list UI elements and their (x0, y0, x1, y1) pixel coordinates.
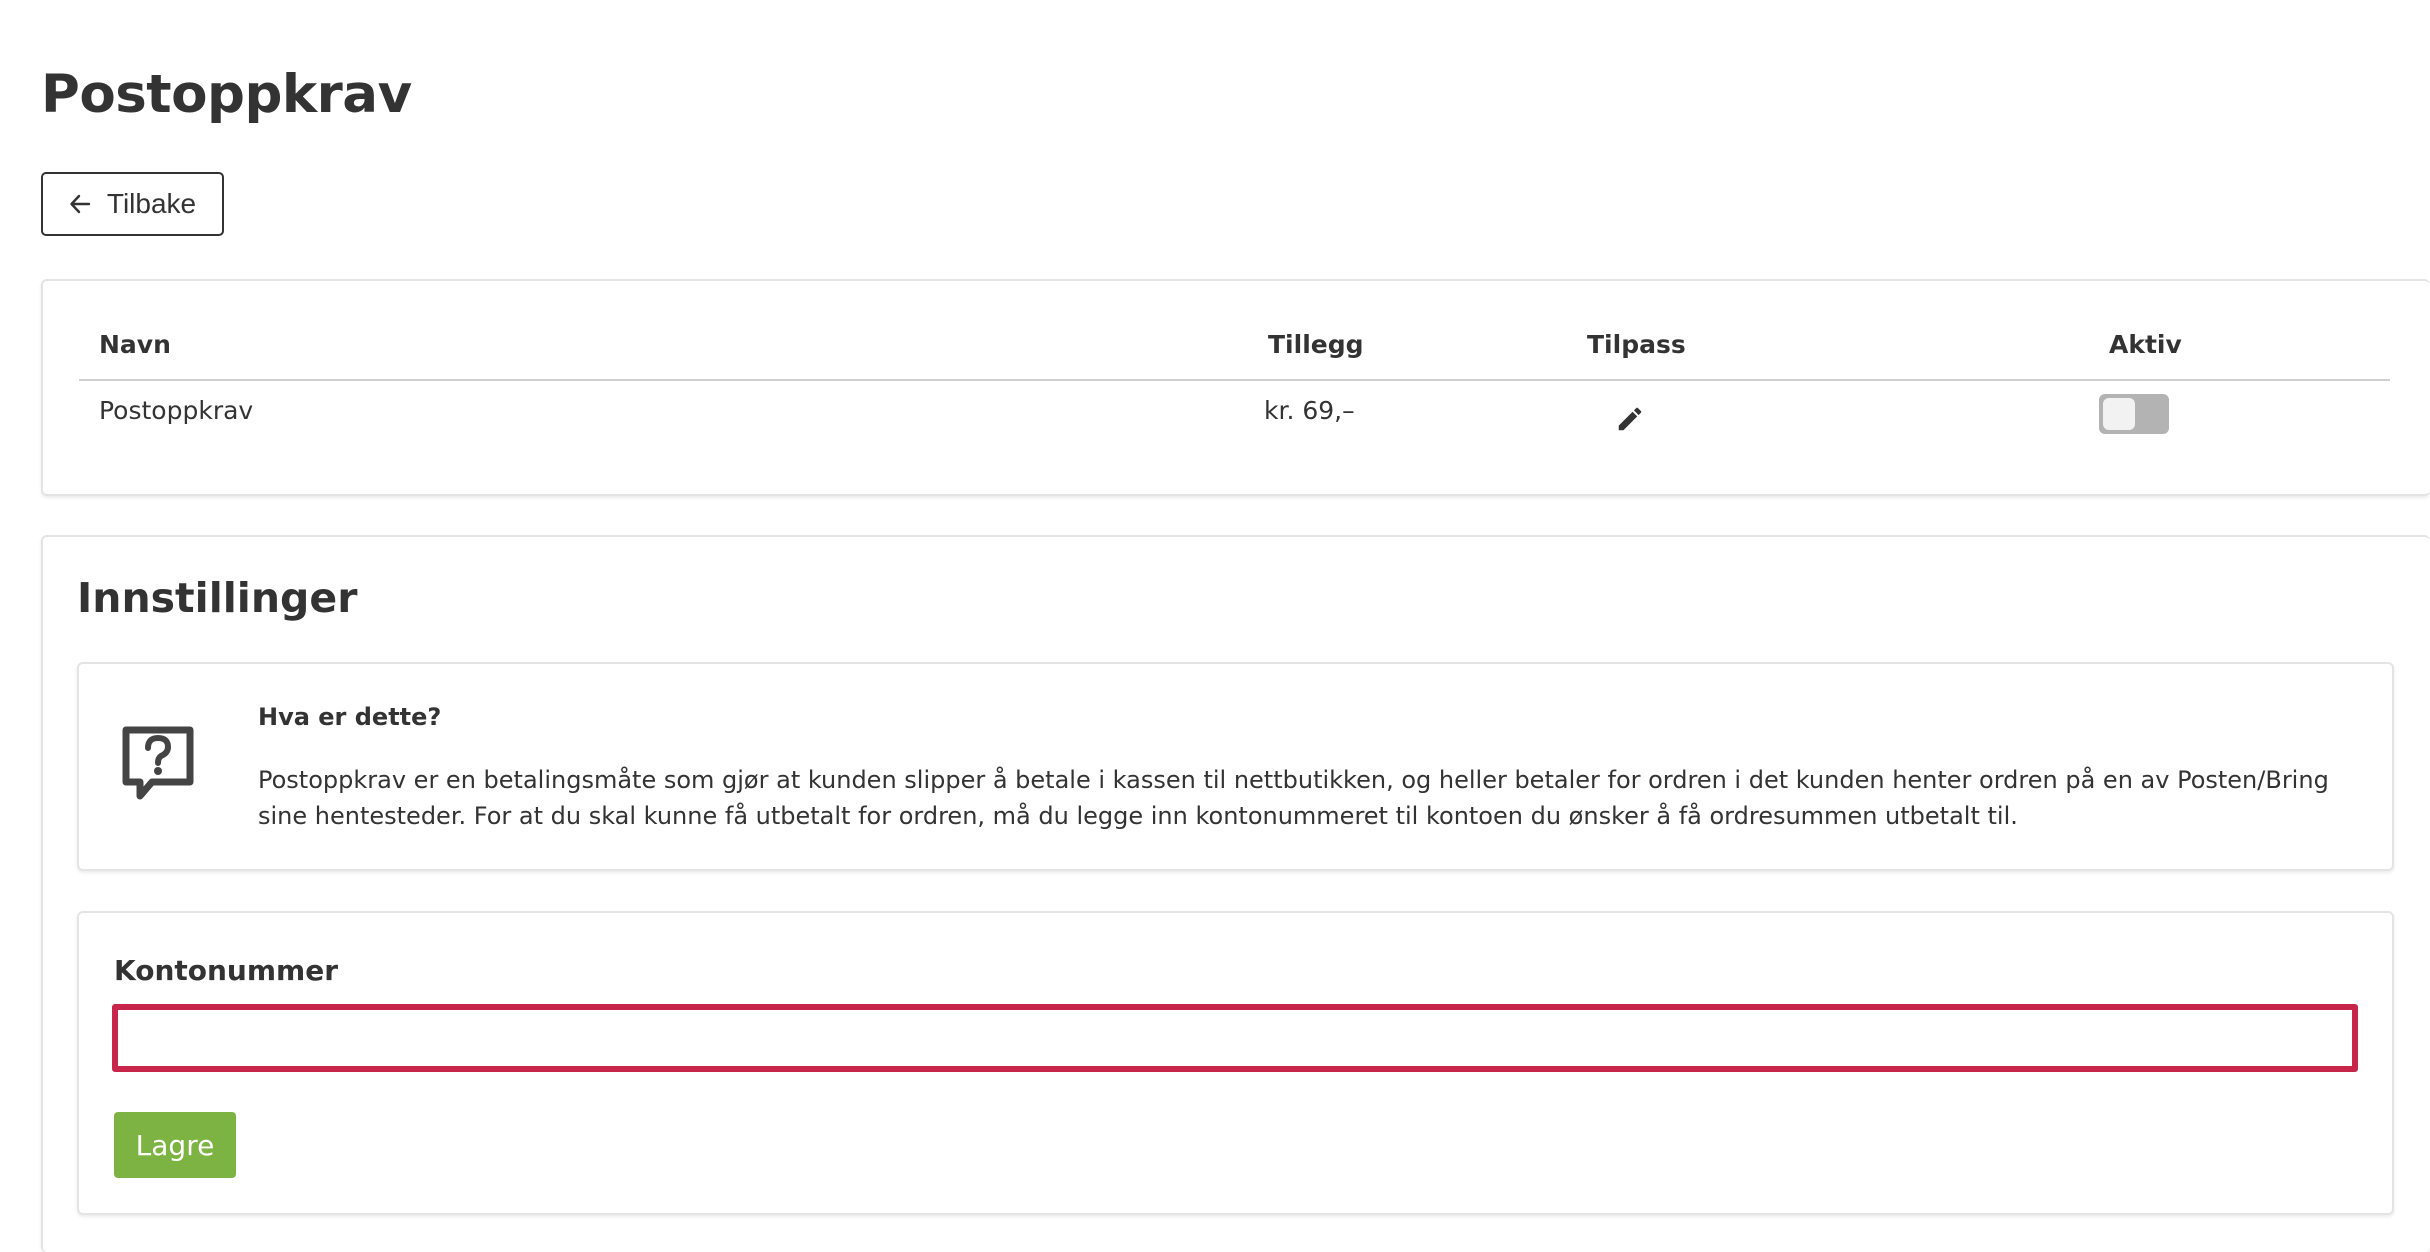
info-title: Hva er dette? (258, 703, 442, 731)
shipping-method-table-card (41, 279, 2430, 496)
column-header-fee: Tillegg (1268, 330, 1364, 359)
page-title: Postoppkrav (41, 64, 412, 125)
save-button[interactable]: Lagre (114, 1112, 236, 1178)
info-text: Postoppkrav er en betalingsmåte som gjør… (258, 766, 2329, 830)
pencil-icon[interactable] (1615, 404, 1645, 434)
toggle-knob (2103, 398, 2135, 430)
column-header-customize: Tilpass (1587, 330, 1686, 359)
arrow-left-icon (69, 193, 91, 215)
page: Postoppkrav Tilbake Navn Tillegg Tilpass… (0, 0, 2430, 1252)
question-speech-bubble-icon (120, 724, 196, 804)
column-header-active: Aktiv (2109, 330, 2182, 359)
account-number-input[interactable] (112, 1004, 2358, 1072)
settings-title: Innstillinger (77, 574, 358, 622)
active-toggle[interactable] (2099, 394, 2169, 434)
column-header-name: Navn (99, 330, 171, 359)
row-name: Postoppkrav (99, 396, 254, 425)
row-fee: kr. 69,– (1264, 396, 1355, 425)
account-number-label: Kontonummer (114, 954, 339, 987)
table-header-divider (79, 379, 2390, 381)
back-button[interactable]: Tilbake (41, 172, 224, 236)
back-button-label: Tilbake (106, 188, 197, 219)
